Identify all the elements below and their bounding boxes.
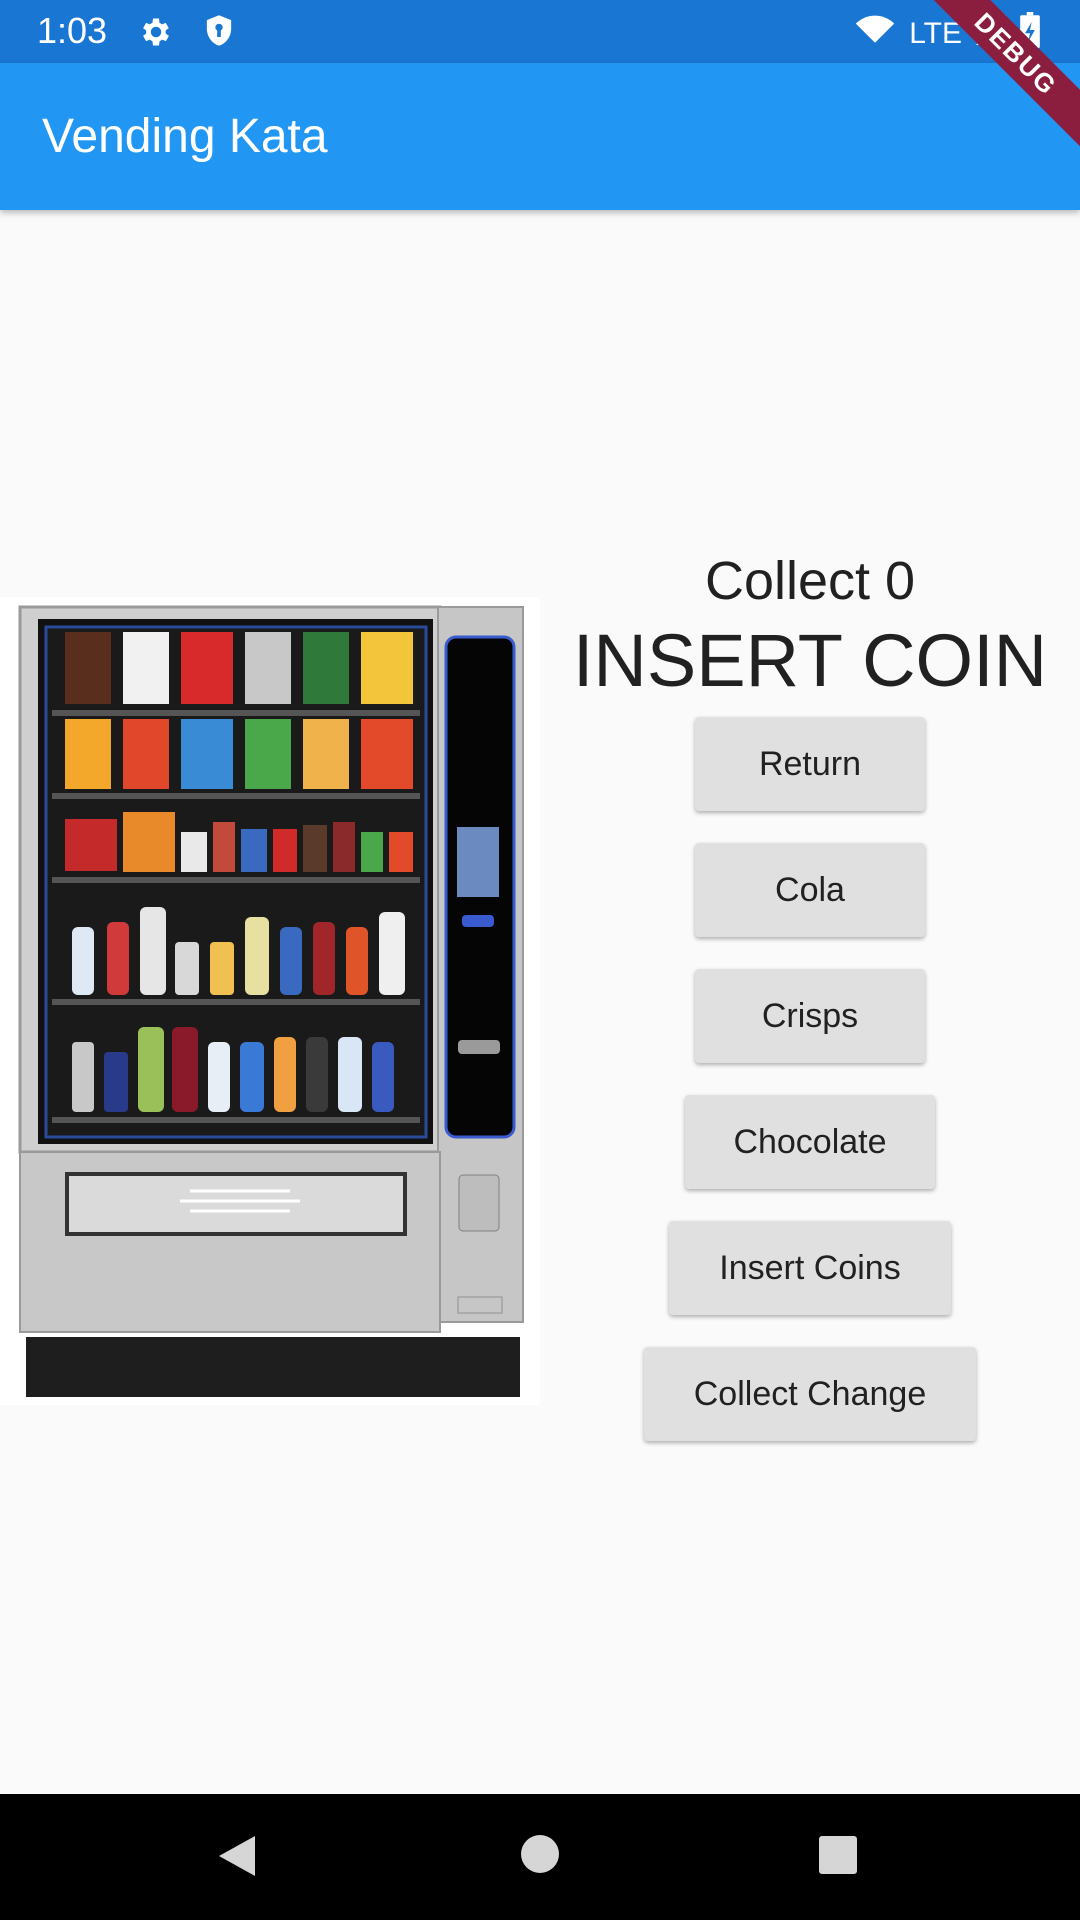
screen: 1:03 LTE DEBUG Vending Kata Collect 0 IN… bbox=[0, 0, 1080, 1920]
return-button[interactable]: Return bbox=[695, 717, 925, 811]
wifi-icon bbox=[855, 14, 895, 54]
shield-icon bbox=[204, 14, 234, 55]
status-bar: 1:03 LTE bbox=[0, 0, 1080, 63]
vending-status: INSERT COIN bbox=[572, 619, 1048, 702]
cola-button[interactable]: Cola bbox=[695, 843, 925, 937]
status-time: 1:03 bbox=[37, 10, 108, 51]
navigation-bar bbox=[0, 1794, 1080, 1920]
chocolate-button[interactable]: Chocolate bbox=[685, 1095, 935, 1189]
collect-amount: Collect 0 bbox=[704, 551, 916, 611]
network-label: LTE bbox=[909, 17, 962, 50]
crisps-button[interactable]: Crisps bbox=[695, 969, 925, 1063]
gear-icon bbox=[138, 14, 174, 55]
app-title: Vending Kata bbox=[42, 110, 328, 163]
collect-change-button[interactable]: Collect Change bbox=[644, 1347, 976, 1441]
back-icon[interactable] bbox=[215, 1832, 259, 1885]
insert-coins-button[interactable]: Insert Coins bbox=[669, 1221, 951, 1315]
app-bar: Vending Kata bbox=[0, 63, 1080, 210]
home-icon[interactable] bbox=[519, 1833, 561, 1880]
recents-icon[interactable] bbox=[817, 1834, 859, 1881]
vending-machine-image bbox=[0, 597, 540, 1405]
